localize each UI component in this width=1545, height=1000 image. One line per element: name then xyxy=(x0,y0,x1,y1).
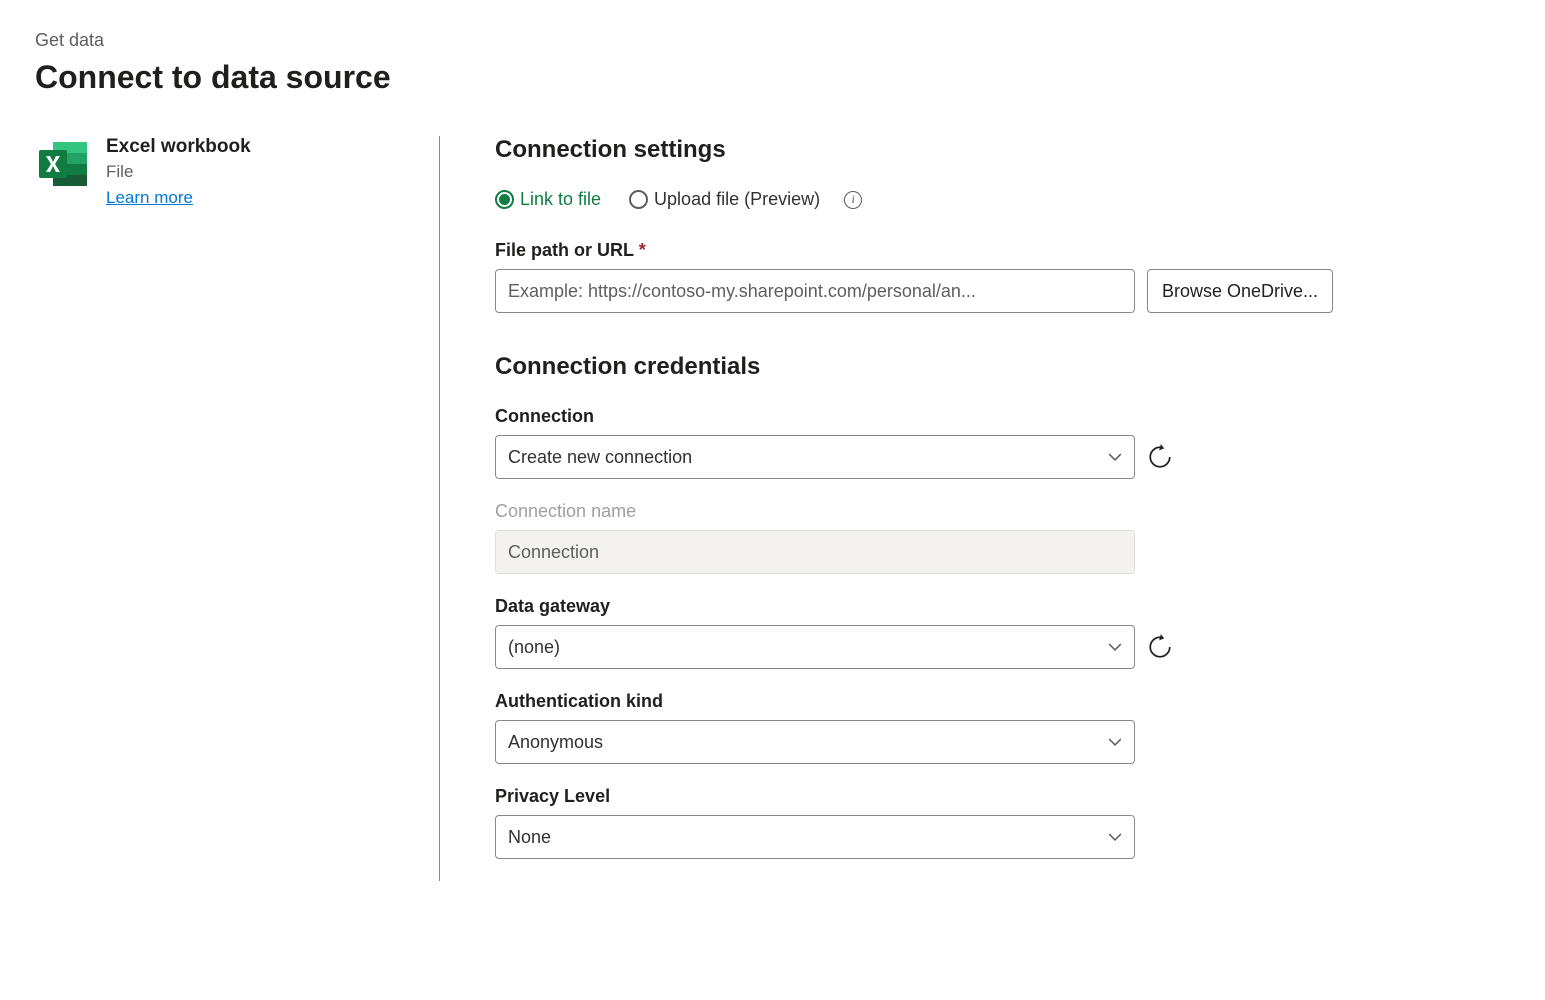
data-gateway-select[interactable]: (none) xyxy=(495,625,1135,669)
connection-label: Connection xyxy=(495,406,1510,427)
connection-credentials-heading: Connection credentials xyxy=(495,353,1510,381)
radio-upload-file[interactable]: Upload file (Preview) xyxy=(629,189,820,210)
radio-upload-label: Upload file (Preview) xyxy=(654,189,820,210)
file-path-input[interactable] xyxy=(495,269,1135,313)
chevron-down-icon xyxy=(1108,450,1122,464)
radio-link-label: Link to file xyxy=(520,189,601,210)
privacy-level-select[interactable]: None xyxy=(495,815,1135,859)
auth-kind-label: Authentication kind xyxy=(495,691,1510,712)
file-mode-radio-group: Link to file Upload file (Preview) i xyxy=(495,189,1510,210)
data-gateway-value: (none) xyxy=(508,637,560,658)
page-title: Connect to data source xyxy=(35,59,1510,96)
learn-more-link[interactable]: Learn more xyxy=(106,188,251,208)
chevron-down-icon xyxy=(1108,735,1122,749)
data-gateway-label: Data gateway xyxy=(495,596,1510,617)
refresh-icon[interactable] xyxy=(1147,444,1173,470)
auth-kind-select[interactable]: Anonymous xyxy=(495,720,1135,764)
privacy-level-value: None xyxy=(508,827,551,848)
radio-selected-icon xyxy=(495,190,514,209)
privacy-level-label: Privacy Level xyxy=(495,786,1510,807)
connection-name-label: Connection name xyxy=(495,501,1510,522)
browse-onedrive-button[interactable]: Browse OneDrive... xyxy=(1147,269,1333,313)
radio-link-to-file[interactable]: Link to file xyxy=(495,189,601,210)
chevron-down-icon xyxy=(1108,640,1122,654)
info-icon[interactable]: i xyxy=(844,191,862,209)
radio-unselected-icon xyxy=(629,190,648,209)
chevron-down-icon xyxy=(1108,830,1122,844)
connector-panel: Excel workbook File Learn more xyxy=(35,136,440,881)
auth-kind-value: Anonymous xyxy=(508,732,603,753)
excel-icon xyxy=(35,136,91,192)
file-path-label: File path or URL * xyxy=(495,240,1510,261)
connector-title: Excel workbook xyxy=(106,136,251,158)
breadcrumb: Get data xyxy=(35,30,1510,51)
connector-item-excel: Excel workbook File Learn more xyxy=(35,136,419,208)
connection-select[interactable]: Create new connection xyxy=(495,435,1135,479)
connection-settings-heading: Connection settings xyxy=(495,136,1510,164)
connector-subtitle: File xyxy=(106,162,251,182)
connection-name-input xyxy=(495,530,1135,574)
connection-select-value: Create new connection xyxy=(508,447,692,468)
settings-panel: Connection settings Link to file Upload … xyxy=(440,136,1510,881)
refresh-icon[interactable] xyxy=(1147,634,1173,660)
